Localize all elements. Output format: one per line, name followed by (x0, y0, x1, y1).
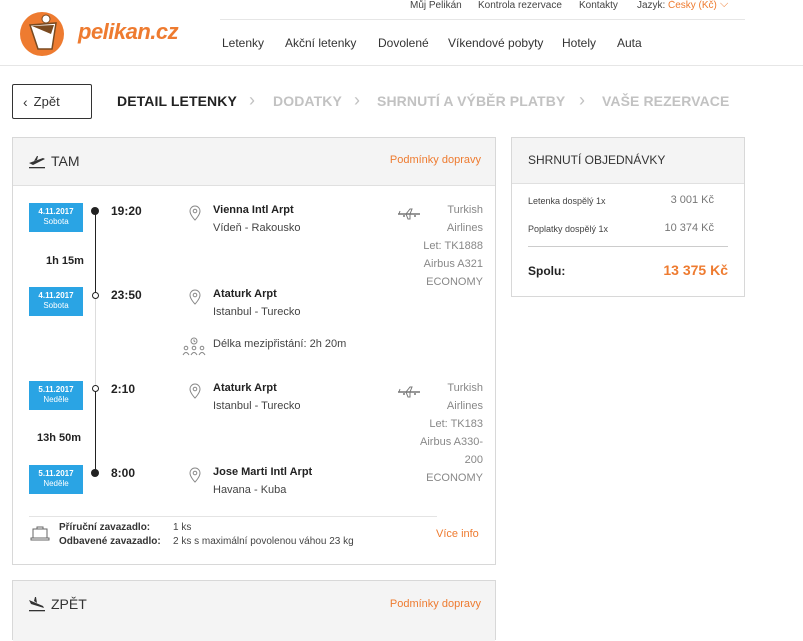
timeline-dot (92, 385, 99, 392)
departure-city: Vídeň - Rakousko (213, 222, 301, 234)
chevron-left-icon: ‹ (23, 93, 28, 110)
timeline-dot (92, 292, 99, 299)
header-divider (220, 19, 745, 20)
nav-akcni-letenky[interactable]: Akční letenky (285, 36, 356, 50)
hand-baggage-label: Příruční zavazadlo: (59, 522, 151, 533)
departure-airport: Ataturk Arpt (213, 382, 277, 394)
departure-time: 2:10 (111, 382, 136, 396)
summary-header: SHRNUTÍ OBJEDNÁVKY (512, 138, 744, 184)
location-pin-icon (189, 205, 201, 221)
step-separator-icon: › (579, 90, 586, 110)
carrier-info: Turkish Airlines Let: TK183 Airbus A330-… (420, 382, 483, 484)
summary-title: SHRNUTÍ OBJEDNÁVKY (528, 153, 666, 167)
outbound-conditions-link[interactable]: Podmínky dopravy (390, 154, 481, 166)
nav-dovolene[interactable]: Dovolené (378, 36, 429, 50)
date-badge: 5.11.2017 Neděle (29, 381, 83, 410)
checked-baggage-value: 2 ks s maximální povolenou váhou 23 kg (173, 536, 354, 547)
layover-icon (182, 337, 206, 356)
back-button[interactable]: ‹ Zpět (12, 84, 92, 119)
summary-row-label: Poplatky dospělý 1x (528, 224, 609, 234)
summary-divider (528, 246, 728, 247)
layover-duration: Délka mezipřistání: 2h 20m (213, 338, 347, 350)
step-shrnuti: SHRNUTÍ A VÝBĚR PLATBY (377, 93, 566, 109)
outbound-flight-panel: TAM Podmínky dopravy 4.11.2017 Sobota 19:… (12, 137, 496, 565)
departure-time: 19:20 (111, 204, 142, 218)
departure-airport: Vienna Intl Arpt (213, 204, 294, 216)
baggage-divider (29, 516, 437, 517)
order-summary-panel: SHRNUTÍ OBJEDNÁVKY Letenka dospělý 1x 3 … (511, 137, 745, 297)
step-separator-icon: › (354, 90, 361, 110)
step-detail: DETAIL LETENKY (117, 93, 237, 109)
return-conditions-link[interactable]: Podmínky dopravy (390, 598, 481, 610)
return-flight-panel: ZPĚT Podmínky dopravy (12, 580, 496, 641)
arrival-city: Istanbul - Turecko (213, 306, 301, 318)
summary-row-value: 10 374 Kč (664, 222, 714, 234)
link-my-account[interactable]: Můj Pelikán (410, 0, 462, 11)
return-header: ZPĚT Podmínky dopravy (13, 581, 495, 641)
arrival-airport: Jose Marti Intl Arpt (213, 466, 313, 478)
language-select[interactable]: Česky (Kč) (668, 0, 717, 11)
location-pin-icon (189, 289, 201, 305)
step-dodatky: DODATKY (273, 93, 342, 109)
nav-auta[interactable]: Auta (617, 36, 642, 50)
date-badge: 4.11.2017 Sobota (29, 287, 83, 316)
timeline-dot (91, 207, 99, 215)
flight-duration: 13h 50m (37, 432, 82, 444)
arrival-time: 8:00 (111, 466, 136, 480)
back-label: Zpět (33, 94, 60, 109)
date-badge: 5.11.2017 Neděle (29, 465, 83, 494)
location-pin-icon (189, 467, 201, 483)
brand-wordmark: pelikan.cz (78, 19, 179, 44)
nav-hotely[interactable]: Hotely (562, 36, 596, 50)
pelikan-logo[interactable]: pelikan.cz (18, 7, 188, 57)
summary-total-value: 13 375 Kč (663, 262, 728, 278)
arrival-time: 23:50 (111, 288, 142, 302)
more-info-link[interactable]: Více info (436, 528, 479, 540)
nav-letenky[interactable]: Letenky (222, 36, 264, 50)
timeline-dot (91, 469, 99, 477)
outbound-title: TAM (51, 153, 80, 169)
summary-total-label: Spolu: (528, 264, 566, 278)
chevron-down-icon[interactable]: ⌵ (720, 0, 728, 11)
flight-duration: 1h 15m (46, 255, 84, 267)
timeline-line (95, 388, 96, 474)
return-title: ZPĚT (51, 596, 87, 612)
link-contacts[interactable]: Kontakty (579, 0, 618, 11)
step-rezervace: VAŠE REZERVACE (602, 93, 730, 109)
plane-takeoff-icon (29, 156, 45, 169)
language-label: Jazyk: (637, 0, 666, 11)
location-pin-icon (189, 383, 201, 399)
summary-row-value: 3 001 Kč (670, 194, 714, 206)
arrival-city: Havana - Kuba (213, 484, 287, 496)
link-booking-check[interactable]: Kontrola rezervace (478, 0, 562, 11)
nav-vikendove-pobyty[interactable]: Víkendové pobyty (448, 36, 543, 50)
date-badge: 4.11.2017 Sobota (29, 203, 83, 232)
arrival-airport: Ataturk Arpt (213, 288, 277, 300)
outbound-header: TAM Podmínky dopravy (13, 138, 495, 186)
luggage-icon (30, 526, 50, 541)
timeline-layover-line (95, 298, 96, 386)
carrier-info: Turkish Airlines Let: TK1888 Airbus A321… (423, 204, 483, 288)
departure-city: Istanbul - Turecko (213, 400, 301, 412)
step-separator-icon: › (249, 90, 256, 110)
summary-row-label: Letenka dospělý 1x (528, 196, 606, 206)
site-header: pelikan.cz Můj Pelikán Kontrola rezervac… (0, 0, 803, 66)
plane-landing-icon (29, 597, 45, 612)
timeline-line (95, 210, 96, 296)
hand-baggage-value: 1 ks (173, 522, 192, 533)
checked-baggage-label: Odbavené zavazadlo: (59, 536, 161, 547)
